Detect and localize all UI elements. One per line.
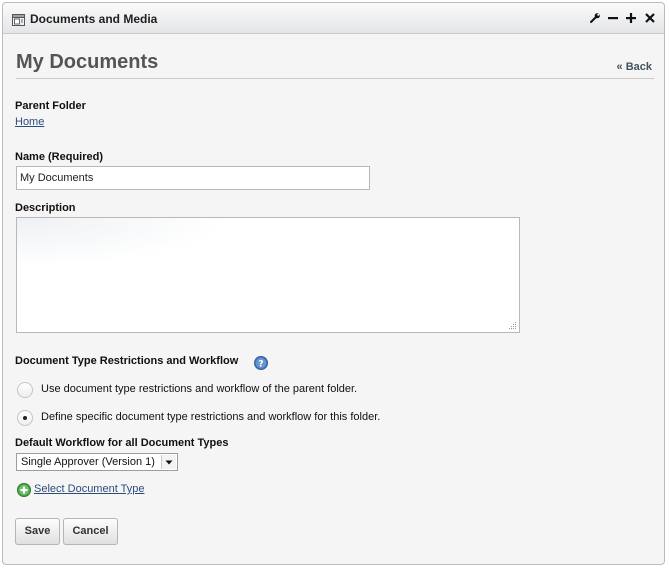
radio-parent-restrictions[interactable] bbox=[17, 382, 33, 398]
save-button[interactable]: Save bbox=[15, 518, 60, 545]
radio-specific-restrictions-label: Define specific document type restrictio… bbox=[41, 411, 381, 423]
portlet-icon bbox=[12, 14, 25, 26]
back-link[interactable]: « Back bbox=[617, 61, 652, 73]
workflow-select[interactable]: Single Approver (Version 1) bbox=[16, 453, 178, 471]
radio-specific-restrictions[interactable] bbox=[17, 410, 33, 426]
svg-text:?: ? bbox=[258, 360, 263, 370]
portlet-window: Documents and Media My Documents « Back … bbox=[2, 2, 665, 565]
chevron-down-icon[interactable] bbox=[161, 455, 176, 469]
parent-folder-label: Parent Folder bbox=[15, 100, 86, 112]
workflow-label: Default Workflow for all Document Types bbox=[15, 437, 229, 449]
workflow-select-value: Single Approver (Version 1) bbox=[21, 456, 155, 468]
parent-folder-link[interactable]: Home bbox=[15, 116, 44, 128]
resize-grip-icon[interactable] bbox=[507, 320, 517, 330]
portlet-title: Documents and Media bbox=[30, 12, 158, 26]
wrench-icon[interactable] bbox=[589, 12, 601, 24]
help-icon[interactable]: ? bbox=[254, 356, 268, 370]
description-label: Description bbox=[15, 202, 76, 214]
restrictions-label: Document Type Restrictions and Workflow bbox=[15, 355, 239, 367]
name-label: Name (Required) bbox=[15, 151, 104, 163]
add-icon[interactable] bbox=[17, 483, 31, 497]
name-field[interactable] bbox=[16, 166, 370, 190]
minimize-icon[interactable] bbox=[607, 12, 619, 24]
radio-parent-restrictions-label: Use document type restrictions and workf… bbox=[41, 383, 358, 395]
select-document-type-link[interactable]: Select Document Type bbox=[34, 483, 144, 495]
close-icon[interactable] bbox=[644, 12, 656, 24]
page-title: My Documents bbox=[16, 51, 159, 73]
description-textarea[interactable] bbox=[16, 217, 520, 333]
portlet-titlebar: Documents and Media bbox=[3, 3, 664, 34]
title-divider bbox=[16, 78, 654, 79]
cancel-button[interactable]: Cancel bbox=[63, 518, 118, 545]
maximize-icon[interactable] bbox=[625, 12, 637, 24]
